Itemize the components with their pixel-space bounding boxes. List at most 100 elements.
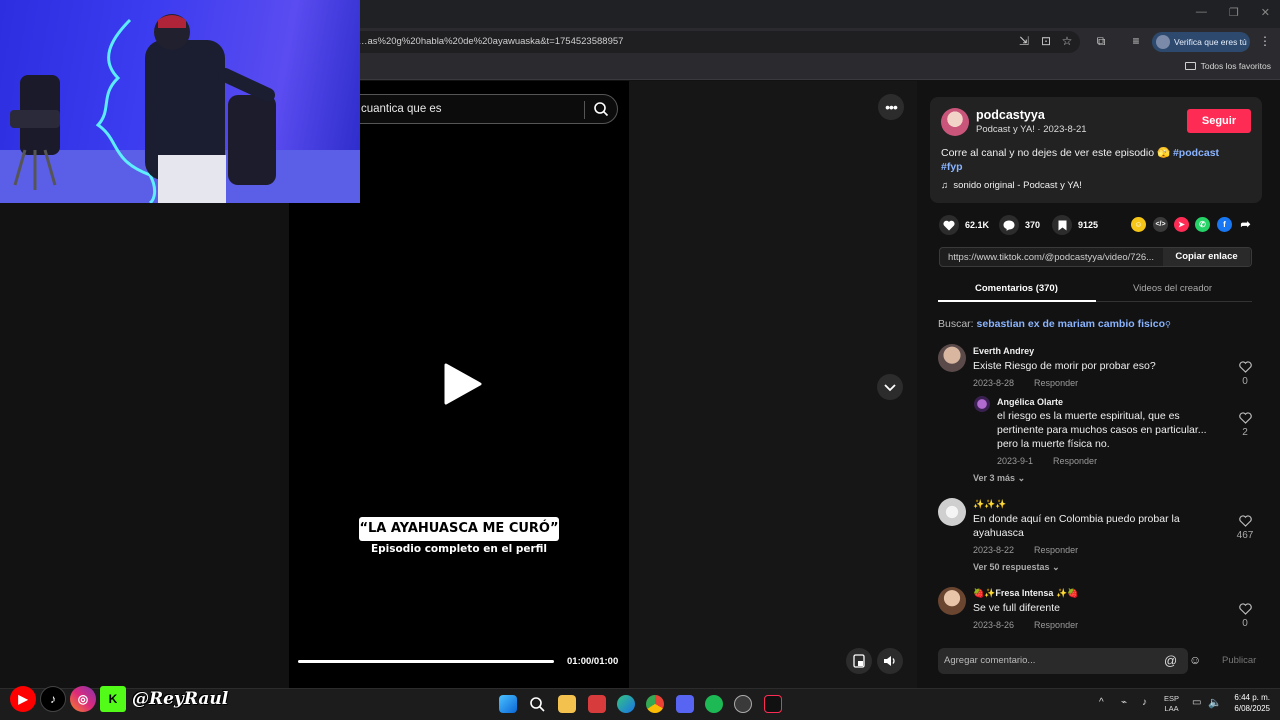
next-video-button[interactable] [877, 374, 903, 400]
picture-in-picture-button[interactable] [846, 648, 872, 674]
comment-avatar[interactable] [938, 344, 966, 372]
restore-icon[interactable]: ❐ [1229, 6, 1239, 19]
send-icon[interactable]: ➤ [1174, 217, 1189, 232]
taskbar-search-icon[interactable] [528, 695, 546, 713]
translate-icon[interactable]: ⊡ [1039, 34, 1053, 48]
heart-outline-icon [1238, 361, 1252, 373]
reply-author[interactable]: Angélica Olarte [997, 397, 1063, 407]
comment-like-count: 467 [1236, 530, 1254, 541]
comment-stat[interactable]: 370 [999, 215, 1040, 235]
save-stat[interactable]: 9125 [1052, 215, 1098, 235]
video-caption-subtitle: Episodio completo en el perfil [370, 543, 548, 555]
search-suggestion-prefix: Buscar: [938, 318, 977, 330]
reply-button[interactable]: Responder [1034, 378, 1078, 388]
reply-avatar[interactable] [974, 396, 990, 412]
profile-verify-button[interactable]: Verifica que eres tú [1152, 32, 1250, 52]
display-icon[interactable]: ▭ [1192, 697, 1201, 708]
view-more-replies[interactable]: Ver 50 respuestas ⌄ [973, 562, 1060, 573]
comment-count: 370 [1025, 220, 1041, 230]
tiktok-icon: ♪ [40, 686, 66, 712]
windows-start-icon[interactable] [499, 695, 517, 713]
view-more-label: Ver 3 más [973, 473, 1016, 483]
spotify-icon[interactable] [705, 695, 723, 713]
comment-author[interactable]: 🍓✨Fresa Intensa ✨🍓 [973, 588, 1078, 599]
like-count: 62.1K [965, 220, 990, 230]
save-count: 9125 [1078, 220, 1099, 230]
bookmark-star-icon[interactable]: ☆ [1060, 34, 1074, 48]
verify-label: Verifica que eres tú [1174, 37, 1247, 47]
more-dots-icon: ••• [885, 99, 898, 115]
minimize-icon[interactable]: — [1196, 6, 1207, 19]
comment-input[interactable]: Agregar comentario... @ ☺ [938, 648, 1201, 674]
comment-avatar[interactable] [938, 498, 966, 526]
comment-like-count: 0 [1242, 618, 1248, 629]
search-suggestion[interactable]: Buscar: sebastian ex de mariam cambio fi… [938, 318, 1171, 330]
video-progress-bar[interactable] [298, 660, 554, 663]
edge-icon[interactable] [617, 695, 635, 713]
search-input[interactable]: cuantica que es [361, 103, 442, 115]
network-icon[interactable]: ⌁ [1121, 697, 1127, 708]
search-icon[interactable] [593, 101, 609, 117]
chevron-down-icon: ⌄ [1052, 562, 1060, 572]
hashtag-fyp[interactable]: #fyp [941, 161, 963, 173]
comment-author[interactable]: Everth Andrey [973, 346, 1034, 356]
heart-outline-icon [1238, 603, 1252, 615]
share-link-url[interactable]: https://www.tiktok.com/@podcastyya/video… [948, 252, 1166, 263]
extensions-icon[interactable]: ⧉ [1094, 34, 1108, 48]
whatsapp-icon[interactable]: ✆ [1195, 217, 1210, 232]
follow-button[interactable]: Seguir [1187, 109, 1251, 133]
tab-creator-videos[interactable]: Videos del creador [1133, 283, 1212, 294]
view-more-replies[interactable]: Ver 3 más ⌄ [973, 473, 1025, 484]
language-code: ESP [1164, 694, 1180, 703]
copy-link-button[interactable]: Copiar enlace [1163, 248, 1250, 266]
chrome-icon[interactable] [646, 695, 664, 713]
comment-avatar[interactable] [938, 587, 966, 615]
comment-like-count: 0 [1242, 376, 1248, 387]
reply-like-count: 2 [1242, 427, 1248, 438]
mention-icon[interactable]: @ [1164, 653, 1177, 668]
facebook-icon[interactable]: f [1217, 217, 1232, 232]
comment-author[interactable]: ✨✨✨ [973, 499, 1007, 510]
author-name[interactable]: podcastyya [976, 108, 1045, 122]
discord-icon[interactable] [676, 695, 694, 713]
webcam-overlay [0, 0, 360, 203]
system-clock[interactable]: 6:44 p. m. 6/08/2025 [1230, 692, 1270, 714]
social-overlay: ▶ ♪ ◎ K @ReyRaul [10, 686, 228, 712]
sound-link[interactable]: ♫ sonido original - Podcast y YA! [941, 180, 1082, 191]
red-app-icon[interactable] [588, 695, 606, 713]
all-favorites-button[interactable]: Todos los favoritos [1184, 61, 1271, 71]
tray-chevron-icon[interactable]: ^ [1099, 697, 1104, 708]
publish-button[interactable]: Publicar [1222, 655, 1256, 666]
speaker-icon[interactable]: 🔈 [1208, 696, 1222, 709]
microphone-icon[interactable]: ♪ [1142, 697, 1147, 708]
close-icon[interactable]: ✕ [1261, 6, 1270, 19]
reply-button[interactable]: Responder [1034, 545, 1078, 555]
author-avatar[interactable] [941, 108, 969, 136]
heart-icon [939, 215, 959, 235]
tab-comments[interactable]: Comentarios (370) [975, 283, 1058, 294]
comment-meta: 2023-8-28 Responder [973, 378, 1078, 388]
hashtag-podcast[interactable]: #podcast [1173, 147, 1219, 159]
embed-code-icon[interactable]: </> [1153, 217, 1168, 232]
volume-button[interactable] [877, 648, 903, 674]
install-app-icon[interactable]: ⇲ [1017, 34, 1031, 48]
instagram-icon: ◎ [70, 686, 96, 712]
reply-button[interactable]: Responder [1053, 456, 1097, 466]
app-icon[interactable] [734, 695, 752, 713]
reply-button[interactable]: Responder [1034, 620, 1078, 630]
tiktok-taskbar-icon[interactable] [764, 695, 782, 713]
share-arrow-icon[interactable]: ➦ [1238, 217, 1253, 232]
more-options-button[interactable]: ••• [878, 94, 904, 120]
play-icon[interactable] [440, 362, 484, 406]
browser-menu-icon[interactable]: ⋮ [1258, 34, 1272, 48]
share-friends-icon[interactable]: ☺ [1131, 217, 1146, 232]
language-indicator[interactable]: ESP LAA [1164, 694, 1179, 714]
file-explorer-icon[interactable] [558, 695, 576, 713]
pip-icon [853, 654, 865, 668]
address-bar[interactable]: …as%20g%20habla%20de%20ayawuaska&t=17545… [300, 31, 1080, 53]
like-stat[interactable]: 62.1K [939, 215, 989, 235]
reading-list-icon[interactable]: ≡ [1129, 34, 1143, 48]
streamer-handle: @ReyRaul [132, 689, 229, 709]
comment-placeholder: Agregar comentario... [944, 655, 1036, 666]
emoji-icon[interactable]: ☺ [1189, 653, 1201, 667]
